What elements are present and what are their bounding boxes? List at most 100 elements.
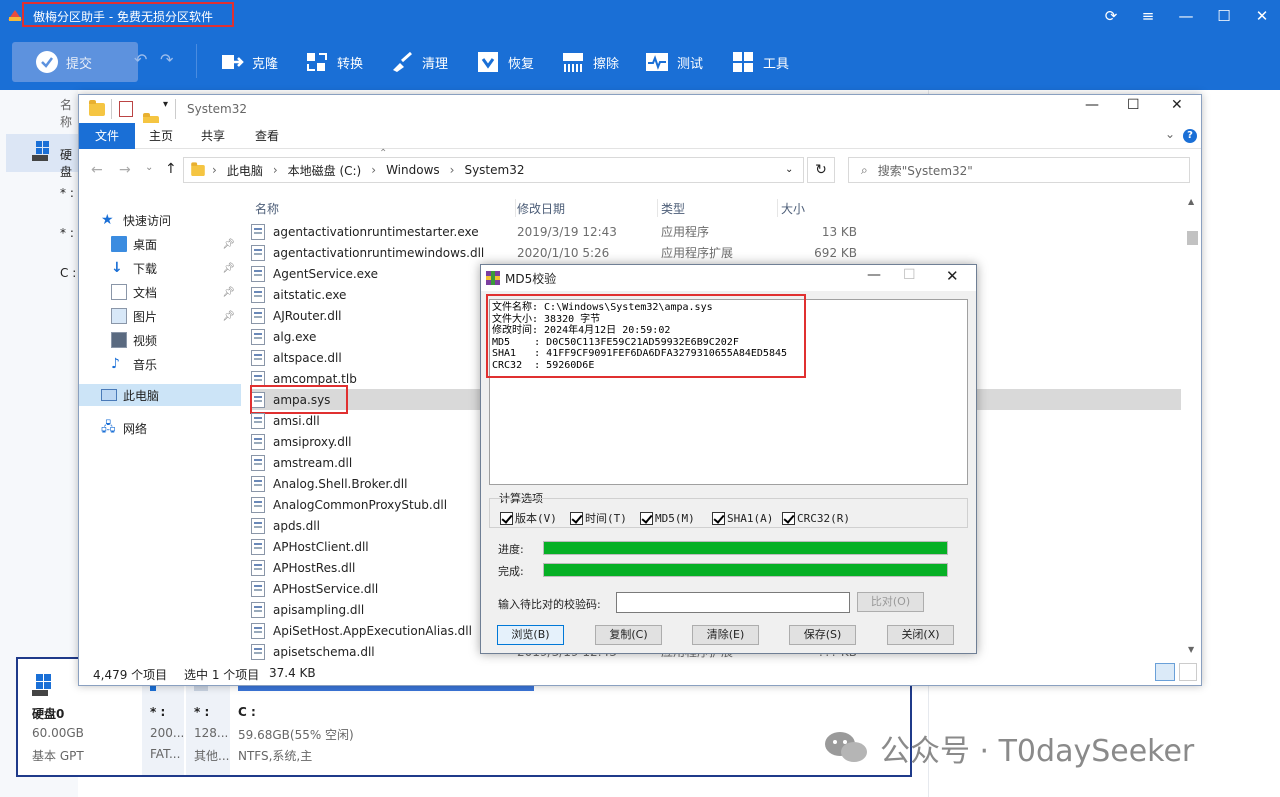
option-version-checkbox[interactable]: 版本(V) xyxy=(500,510,557,526)
vertical-scrollbar[interactable]: ▲ ▼ xyxy=(1184,193,1201,659)
test-button[interactable]: 测试 xyxy=(645,49,703,75)
refresh-icon[interactable]: ↻ xyxy=(807,157,835,183)
column-date[interactable]: 修改日期 xyxy=(517,200,565,217)
wipe-button[interactable]: 擦除 xyxy=(561,49,619,75)
file-icon xyxy=(251,496,265,513)
option-md5-checkbox[interactable]: MD5(M) xyxy=(640,510,695,526)
column-name[interactable]: 名称 xyxy=(255,200,279,217)
file-name: agentactivationruntimewindows.dll xyxy=(273,245,485,260)
file-name: APHostClient.dll xyxy=(273,539,369,554)
tab-share[interactable]: 共享 xyxy=(187,123,239,149)
browse-button[interactable]: 浏览(B) xyxy=(497,625,564,645)
navigation-pane: ★ 快速访问 桌面 📌︎ ↓ 下载 📌︎ 文档 📌︎ 图片 📌︎ 视频 ♪ 音乐… xyxy=(79,193,241,659)
compare-button[interactable]: 比对(O) xyxy=(857,592,924,612)
tab-view[interactable]: 查看 xyxy=(241,123,293,149)
up-icon[interactable]: ↑ xyxy=(165,161,177,177)
table-row[interactable]: agentactivationruntimewindows.dll 2020/1/… xyxy=(251,242,1181,263)
submit-button[interactable]: 提交 xyxy=(12,42,138,82)
search-input[interactable]: ⌕ 搜索"System32" xyxy=(848,157,1190,183)
help-icon[interactable]: ? xyxy=(1183,129,1197,143)
partition-size: 200... xyxy=(150,726,185,740)
undo-icon[interactable]: ↶ xyxy=(134,50,147,69)
tools-button[interactable]: 工具 xyxy=(731,49,789,75)
nav-label: 图片 xyxy=(133,309,158,324)
nav-quick-access[interactable]: ★ 快速访问 xyxy=(101,209,171,231)
column-size[interactable]: 大小 xyxy=(781,200,805,217)
option-time-checkbox[interactable]: 时间(T) xyxy=(570,510,627,526)
option-sha1-checkbox[interactable]: SHA1(A) xyxy=(712,510,773,526)
tools-icon xyxy=(731,50,755,74)
file-icon xyxy=(251,265,265,282)
partition-tree-3[interactable]: C : xyxy=(60,266,76,280)
minimize-button[interactable]: — xyxy=(1175,5,1197,27)
convert-button[interactable]: 转换 xyxy=(305,49,363,75)
clear-button[interactable]: 清除(E) xyxy=(692,625,759,645)
option-crc32-checkbox[interactable]: CRC32(R) xyxy=(782,510,850,526)
explorer-maximize-button[interactable]: ☐ xyxy=(1127,97,1140,113)
refresh-icon[interactable]: ⟳ xyxy=(1100,5,1122,27)
scroll-up-icon[interactable]: ▲ xyxy=(1188,197,1194,206)
file-icon xyxy=(251,475,265,492)
breadcrumb-item[interactable]: 本地磁盘 (C:) xyxy=(288,162,362,179)
properties-icon[interactable] xyxy=(119,101,133,117)
recent-dropdown-icon[interactable]: ⌄ xyxy=(145,162,153,173)
quick-access-dropdown-icon[interactable]: ▾ xyxy=(163,99,168,110)
nav-downloads[interactable]: ↓ 下载 📌︎ xyxy=(111,257,235,279)
address-bar[interactable]: › 此电脑 › 本地磁盘 (C:) › Windows › System32 xyxy=(183,157,804,183)
tab-home[interactable]: 主页 xyxy=(135,123,187,149)
nav-videos[interactable]: 视频 xyxy=(111,329,157,351)
table-row[interactable]: agentactivationruntimestarter.exe 2019/3/… xyxy=(251,221,1181,242)
save-button[interactable]: 保存(S) xyxy=(789,625,856,645)
address-dropdown-icon[interactable]: ⌄ xyxy=(785,164,793,175)
wipe-icon xyxy=(561,50,585,74)
compare-input[interactable] xyxy=(616,592,850,613)
explorer-minimize-button[interactable]: — xyxy=(1085,97,1099,113)
redo-icon[interactable]: ↷ xyxy=(160,50,173,69)
clone-button[interactable]: 克隆 xyxy=(220,49,278,75)
divider xyxy=(111,99,112,119)
md5-close-button[interactable]: ✕ xyxy=(946,267,959,285)
tab-file[interactable]: 文件 xyxy=(79,123,135,149)
wechat-icon xyxy=(824,730,868,766)
partition-tree-1[interactable]: * : xyxy=(60,186,74,200)
menu-icon[interactable]: ≡ xyxy=(1137,5,1159,27)
recover-button[interactable]: 恢复 xyxy=(476,49,534,75)
explorer-close-button[interactable]: ✕ xyxy=(1171,97,1183,113)
option-label: MD5(M) xyxy=(655,511,695,525)
nav-network[interactable]: 🖧︎ 网络 xyxy=(101,417,147,439)
ssd-icon xyxy=(32,673,56,697)
back-icon[interactable]: ← xyxy=(91,162,103,178)
large-icons-view-icon[interactable] xyxy=(1179,663,1197,681)
close-dialog-button[interactable]: 关闭(X) xyxy=(887,625,954,645)
nav-this-pc[interactable]: 此电脑 xyxy=(79,384,241,406)
app-titlebar: 傲梅分区助手 - 免费无损分区软件 ⟳ ≡ — ☐ ✕ xyxy=(0,0,1280,32)
nav-desktop[interactable]: 桌面 📌︎ xyxy=(111,233,235,255)
breadcrumb-item[interactable]: 此电脑 xyxy=(227,162,263,179)
md5-maximize-button[interactable]: ☐ xyxy=(903,267,916,283)
md5-minimize-button[interactable]: — xyxy=(867,267,881,283)
nav-music[interactable]: ♪ 音乐 xyxy=(111,353,157,375)
close-button[interactable]: ✕ xyxy=(1251,5,1273,27)
disk-size: 60.00GB xyxy=(32,726,84,740)
file-icon xyxy=(251,517,265,534)
details-view-icon[interactable] xyxy=(1155,663,1175,681)
cleanup-button[interactable]: 清理 xyxy=(390,49,448,75)
file-name: AnalogCommonProxyStub.dll xyxy=(273,497,448,512)
ribbon-expand-icon[interactable]: ⌄ xyxy=(1165,127,1175,141)
column-type[interactable]: 类型 xyxy=(661,200,685,217)
scroll-down-icon[interactable]: ▼ xyxy=(1188,645,1194,654)
forward-icon[interactable]: → xyxy=(119,162,131,178)
scroll-thumb[interactable] xyxy=(1187,231,1198,245)
maximize-button[interactable]: ☐ xyxy=(1213,5,1235,27)
file-icon xyxy=(251,454,265,471)
partition-tree-2[interactable]: * : xyxy=(60,226,74,240)
nav-pictures[interactable]: 图片 📌︎ xyxy=(111,305,235,327)
tools-label: 工具 xyxy=(763,56,790,72)
convert-label: 转换 xyxy=(337,56,364,72)
breadcrumb-item[interactable]: Windows xyxy=(386,163,440,177)
file-name: AJRouter.dll xyxy=(273,308,342,323)
nav-documents[interactable]: 文档 📌︎ xyxy=(111,281,235,303)
watermark-text: 公众号 · T0daySeeker xyxy=(880,734,1195,769)
breadcrumb-item[interactable]: System32 xyxy=(464,163,524,177)
copy-button[interactable]: 复制(C) xyxy=(595,625,662,645)
